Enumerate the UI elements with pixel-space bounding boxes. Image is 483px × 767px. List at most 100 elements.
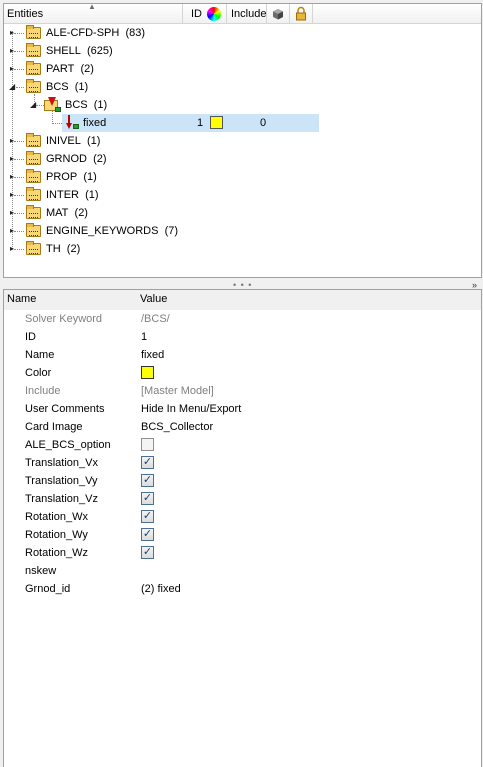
prop-row-include[interactable]: Include [Master Model] [4,382,481,400]
tree-item-inivel[interactable]: ▸ INIVEL (1) [4,132,481,150]
folder-icon [26,43,41,57]
collapse-arrow-icon[interactable]: ◢ [9,83,15,91]
bcs-folder-icon [44,97,61,113]
tree-item-label: INIVEL (1) [46,135,101,147]
tree-item-shell[interactable]: ▸ SHELL (625) [4,42,481,60]
prop-name: Rotation_Wz [25,547,88,559]
tree-guide-line [14,231,24,232]
tree-guide-line [14,177,24,178]
checkbox[interactable]: ✓ [141,456,154,469]
prop-value[interactable]: Hide In Menu/Export [141,400,241,418]
prop-row-translation-vy[interactable]: Translation_Vy ✓ [4,472,481,490]
prop-row-nskew[interactable]: nskew [4,562,481,580]
folder-icon [26,79,41,93]
prop-name: Color [25,367,52,379]
tree-item-th[interactable]: ▸ TH (2) [4,240,481,258]
column-divider[interactable] [182,4,183,24]
tree-item-label: TH (2) [46,243,81,255]
checkbox[interactable]: ✓ [141,528,154,541]
tree-guide-line [14,33,24,34]
tree-item-bcs[interactable]: ◢ BCS (1) [4,78,481,96]
prop-value[interactable]: 1 [141,328,147,346]
color-swatch[interactable] [141,366,154,379]
prop-value: [Master Model] [141,385,214,397]
tree-item-label: ALE-CFD-SPH (83) [46,27,146,39]
prop-name: Name [25,349,55,361]
tree-guide-line [14,195,24,196]
prop-name: Include [25,385,61,397]
prop-name: Card Image [25,421,83,433]
tree-item-label: PART (2) [46,63,94,75]
checkbox[interactable]: ✓ [141,474,154,487]
tree-item-prop[interactable]: ▸ PROP (1) [4,168,481,186]
tree-item-engine-keywords[interactable]: ▸ ENGINE_KEYWORDS (7) [4,222,481,240]
tree-item-bcs-collector[interactable]: ◢ BCS (1) [4,96,481,114]
tree-guide-line [14,249,24,250]
prop-name: Translation_Vz [25,493,98,505]
prop-row-color[interactable]: Color [4,364,481,382]
tree-item-part[interactable]: ▸ PART (2) [4,60,481,78]
prop-value[interactable]: (2) fixed [141,580,181,598]
prop-name: Translation_Vx [25,457,98,469]
prop-row-translation-vx[interactable]: Translation_Vx ✓ [4,454,481,472]
folder-icon [26,61,41,75]
prop-row-rotation-wx[interactable]: Rotation_Wx ✓ [4,508,481,526]
prop-row-ale-bcs-option[interactable]: ALE_BCS_option [4,436,481,454]
prop-value[interactable]: fixed [141,346,164,364]
prop-row-rotation-wy[interactable]: Rotation_Wy ✓ [4,526,481,544]
bcs-icon [66,115,80,131]
column-entities-header[interactable]: Entities [7,4,43,24]
prop-name: Translation_Vy [25,475,98,487]
folder-icon [26,223,41,237]
checkbox[interactable]: ✓ [141,510,154,523]
prop-name: Rotation_Wx [25,511,88,523]
entity-editor: Name Value Solver Keyword /BCS/ ID 1 Nam… [3,289,482,767]
prop-row-rotation-wz[interactable]: Rotation_Wz ✓ [4,544,481,562]
prop-row-user-comments[interactable]: User Comments Hide In Menu/Export [4,400,481,418]
tree-guide-line [14,51,24,52]
folder-icon [26,25,41,39]
tree-item-label: PROP (1) [46,171,97,183]
folder-icon [26,133,41,147]
color-wheel-icon[interactable] [207,7,221,21]
prop-name: nskew [25,565,57,577]
tree-item-inter[interactable]: ▸ INTER (1) [4,186,481,204]
tree-guide-line [16,87,24,88]
tree-item-label: ENGINE_KEYWORDS (7) [46,225,179,237]
tree-header: Entities ▲ ID Include [4,2,481,24]
cube-icon[interactable] [272,8,284,23]
prop-name: ALE_BCS_option [25,439,111,451]
column-divider[interactable] [289,4,290,24]
tree-item-mat[interactable]: ▸ MAT (2) [4,204,481,222]
tree-item-label: GRNOD (2) [46,153,107,165]
folder-icon [26,241,41,255]
entity-browser: Entities ▲ ID Include ▸ ALE-CFD-SPH (83)… [3,2,482,278]
column-id-header[interactable]: ID [191,4,202,24]
tree-item-grnod[interactable]: ▸ GRNOD (2) [4,150,481,168]
prop-row-card-image[interactable]: Card Image BCS_Collector [4,418,481,436]
entity-color-swatch[interactable] [210,116,223,129]
column-divider[interactable] [266,4,267,24]
column-divider[interactable] [312,4,313,24]
sort-ascending-icon: ▲ [88,2,96,11]
tree-guide-line [14,141,24,142]
prop-value[interactable]: BCS_Collector [141,418,213,436]
prop-row-grnod-id[interactable]: Grnod_id (2) fixed [4,580,481,598]
prop-row-solver-keyword[interactable]: Solver Keyword /BCS/ [4,310,481,328]
prop-row-id[interactable]: ID 1 [4,328,481,346]
tree-item-ale-cfd-sph[interactable]: ▸ ALE-CFD-SPH (83) [4,24,481,42]
column-divider[interactable] [226,4,227,24]
checkbox[interactable]: ✓ [141,492,154,505]
checkbox[interactable]: ✓ [141,546,154,559]
lock-icon[interactable] [295,6,307,24]
column-name-header: Name [7,293,37,305]
prop-row-name[interactable]: Name fixed [4,346,481,364]
folder-icon [26,169,41,183]
column-include-header[interactable]: Include [231,4,266,24]
folder-icon [26,151,41,165]
prop-row-translation-vz[interactable]: Translation_Vz ✓ [4,490,481,508]
column-value-header: Value [140,293,168,305]
tree-item-fixed[interactable]: fixed 1 0 [62,114,319,132]
prop-name: Solver Keyword [25,313,103,325]
checkbox[interactable] [141,438,154,451]
